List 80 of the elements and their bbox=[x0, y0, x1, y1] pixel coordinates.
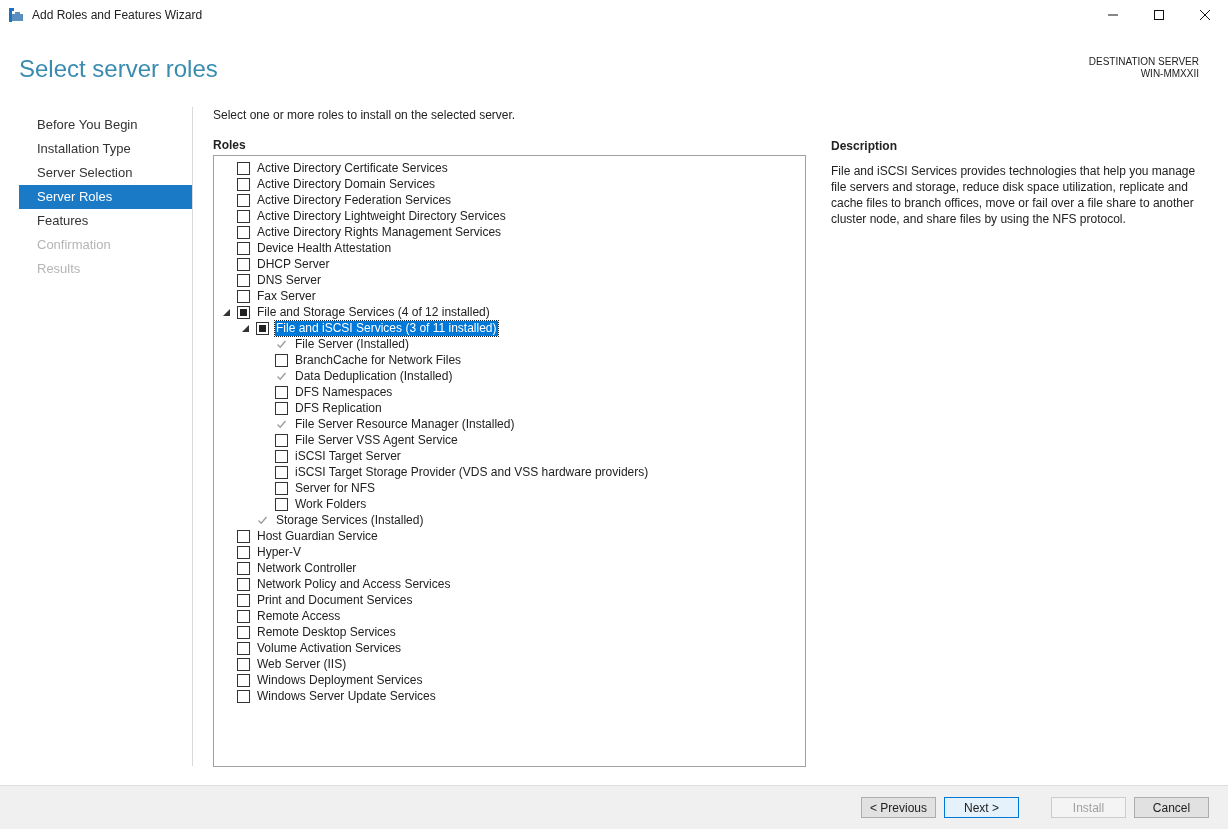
role-label[interactable]: Device Health Attestation bbox=[256, 240, 393, 256]
window-title: Add Roles and Features Wizard bbox=[32, 6, 203, 24]
checkbox[interactable] bbox=[237, 625, 250, 639]
checkbox[interactable] bbox=[237, 529, 250, 543]
checkbox[interactable] bbox=[275, 497, 288, 511]
collapse-arrow-icon[interactable] bbox=[222, 308, 230, 316]
wizard-step[interactable]: Before You Begin bbox=[19, 113, 192, 137]
checkbox[interactable] bbox=[237, 641, 250, 655]
role-label[interactable]: DHCP Server bbox=[256, 256, 331, 272]
role-label[interactable]: Active Directory Federation Services bbox=[256, 192, 453, 208]
description-heading: Description bbox=[831, 138, 898, 154]
destination-server-label: DESTINATION SERVER bbox=[1088, 56, 1199, 68]
checkbox[interactable] bbox=[275, 433, 288, 447]
checkbox[interactable] bbox=[237, 161, 250, 175]
role-label[interactable]: Fax Server bbox=[256, 288, 317, 304]
role-label[interactable]: DFS Namespaces bbox=[294, 384, 394, 400]
checkbox[interactable] bbox=[237, 241, 250, 255]
wizard-app-icon bbox=[8, 6, 24, 23]
wizard-button[interactable]: Cancel bbox=[1134, 797, 1209, 818]
role-label[interactable]: File and iSCSI Services (3 of 11 installed) bbox=[275, 320, 498, 336]
role-label[interactable]: File and Storage Services (4 of 12 installed) bbox=[256, 304, 491, 320]
close-icon bbox=[1200, 9, 1210, 20]
role-label[interactable]: Active Directory Certificate Services bbox=[256, 160, 449, 176]
role-label[interactable]: Remote Access bbox=[256, 608, 342, 624]
wizard-step[interactable]: Server Roles bbox=[19, 185, 192, 209]
role-label[interactable]: Print and Document Services bbox=[256, 592, 414, 608]
checkbox[interactable] bbox=[237, 577, 250, 591]
checkbox[interactable] bbox=[237, 593, 250, 607]
roles-tree[interactable] bbox=[213, 155, 806, 767]
role-label[interactable]: Remote Desktop Services bbox=[256, 624, 397, 640]
wizard-button[interactable]: < Previous bbox=[861, 797, 936, 818]
checkbox[interactable] bbox=[237, 657, 250, 671]
collapse-arrow-icon[interactable] bbox=[241, 324, 249, 332]
wizard-step[interactable]: Installation Type bbox=[19, 137, 192, 161]
role-label[interactable]: Network Policy and Access Services bbox=[256, 576, 452, 592]
description-text: File and iSCSI Services provides technologies that help you manage file servers and storage, reduce disk space utilization, replicate and cache files to branch offices, move or fail over a file share to another cluster node, and share files by using the NFS protocol. bbox=[831, 163, 1197, 227]
role-label[interactable]: Host Guardian Service bbox=[256, 528, 379, 544]
checkbox[interactable] bbox=[237, 209, 250, 223]
role-label[interactable]: Network Controller bbox=[256, 560, 358, 576]
page-title: Select server roles bbox=[19, 55, 218, 83]
role-label[interactable]: Windows Server Update Services bbox=[256, 688, 437, 704]
instruction-text: Select one or more roles to install on the selected server. bbox=[213, 107, 517, 123]
wizard-step[interactable]: Features bbox=[19, 209, 192, 233]
role-label[interactable]: Web Server (IIS) bbox=[256, 656, 348, 672]
checkbox[interactable] bbox=[237, 609, 250, 623]
role-label[interactable]: iSCSI Target Server bbox=[294, 448, 402, 464]
checkbox[interactable] bbox=[275, 449, 288, 463]
role-label[interactable]: Volume Activation Services bbox=[256, 640, 403, 656]
role-label[interactable]: Active Directory Lightweight Directory Services bbox=[256, 208, 507, 224]
role-label[interactable]: BranchCache for Network Files bbox=[294, 352, 463, 368]
checkbox[interactable] bbox=[275, 401, 288, 415]
role-label[interactable]: Active Directory Rights Management Services bbox=[256, 224, 503, 240]
wizard-button[interactable]: Next > bbox=[944, 797, 1019, 818]
checkbox[interactable] bbox=[275, 481, 288, 495]
checkbox[interactable] bbox=[237, 561, 250, 575]
role-label[interactable]: DNS Server bbox=[256, 272, 322, 288]
role-label[interactable]: Work Folders bbox=[294, 496, 368, 512]
checkbox[interactable] bbox=[275, 465, 288, 479]
role-label[interactable]: iSCSI Target Storage Provider (VDS and VSS hardware providers) bbox=[294, 464, 650, 480]
checkbox[interactable] bbox=[275, 353, 288, 367]
checkbox[interactable] bbox=[237, 689, 250, 703]
checkbox[interactable] bbox=[237, 193, 250, 207]
role-label[interactable]: Windows Deployment Services bbox=[256, 672, 424, 688]
role-label[interactable]: Server for NFS bbox=[294, 480, 376, 496]
destination-server-name: WIN-MMXXII bbox=[1140, 68, 1199, 80]
checkbox[interactable] bbox=[275, 385, 288, 399]
role-label[interactable]: Active Directory Domain Services bbox=[256, 176, 437, 192]
wizard-step[interactable]: Server Selection bbox=[19, 161, 192, 185]
role-label[interactable]: DFS Replication bbox=[294, 400, 383, 416]
checkbox[interactable] bbox=[237, 289, 250, 303]
checkbox[interactable] bbox=[237, 273, 250, 287]
checkbox[interactable] bbox=[237, 673, 250, 687]
roles-heading: Roles bbox=[213, 137, 247, 153]
checkbox[interactable] bbox=[237, 225, 250, 239]
checkbox[interactable] bbox=[237, 545, 250, 559]
checkbox[interactable] bbox=[237, 257, 250, 271]
role-label[interactable]: File Server VSS Agent Service bbox=[294, 432, 459, 448]
maximize-icon bbox=[1154, 9, 1164, 20]
role-label[interactable]: Hyper-V bbox=[256, 544, 302, 560]
checkbox[interactable] bbox=[237, 177, 250, 191]
